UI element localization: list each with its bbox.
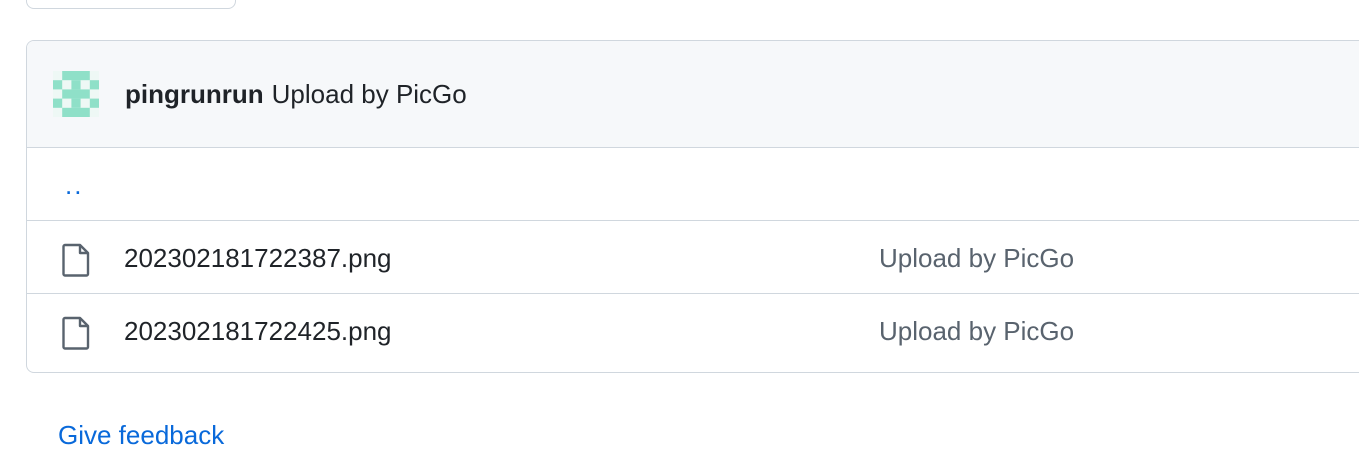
parent-directory-row[interactable]: .. bbox=[27, 148, 1359, 221]
file-row[interactable]: 202302181722425.png Upload by PicGo bbox=[27, 294, 1359, 367]
file-icon bbox=[62, 243, 90, 277]
file-row[interactable]: 202302181722387.png Upload by PicGo bbox=[27, 221, 1359, 294]
commit-message[interactable]: Upload by PicGo bbox=[272, 79, 467, 110]
file-name[interactable]: 202302181722425.png bbox=[124, 316, 392, 347]
file-icon bbox=[62, 316, 90, 350]
file-name[interactable]: 202302181722387.png bbox=[124, 243, 392, 274]
file-browser: pingrunrun Upload by PicGo .. 2023021817… bbox=[26, 40, 1359, 373]
latest-commit-header: pingrunrun Upload by PicGo bbox=[27, 41, 1359, 148]
commit-author[interactable]: pingrunrun bbox=[125, 79, 264, 110]
file-commit-message[interactable]: Upload by PicGo bbox=[879, 316, 1074, 347]
give-feedback-link[interactable]: Give feedback bbox=[58, 420, 224, 451]
parent-directory-link[interactable]: .. bbox=[65, 170, 83, 201]
avatar[interactable] bbox=[53, 71, 99, 117]
top-button-stub[interactable] bbox=[26, 0, 236, 9]
file-commit-message[interactable]: Upload by PicGo bbox=[879, 243, 1074, 274]
